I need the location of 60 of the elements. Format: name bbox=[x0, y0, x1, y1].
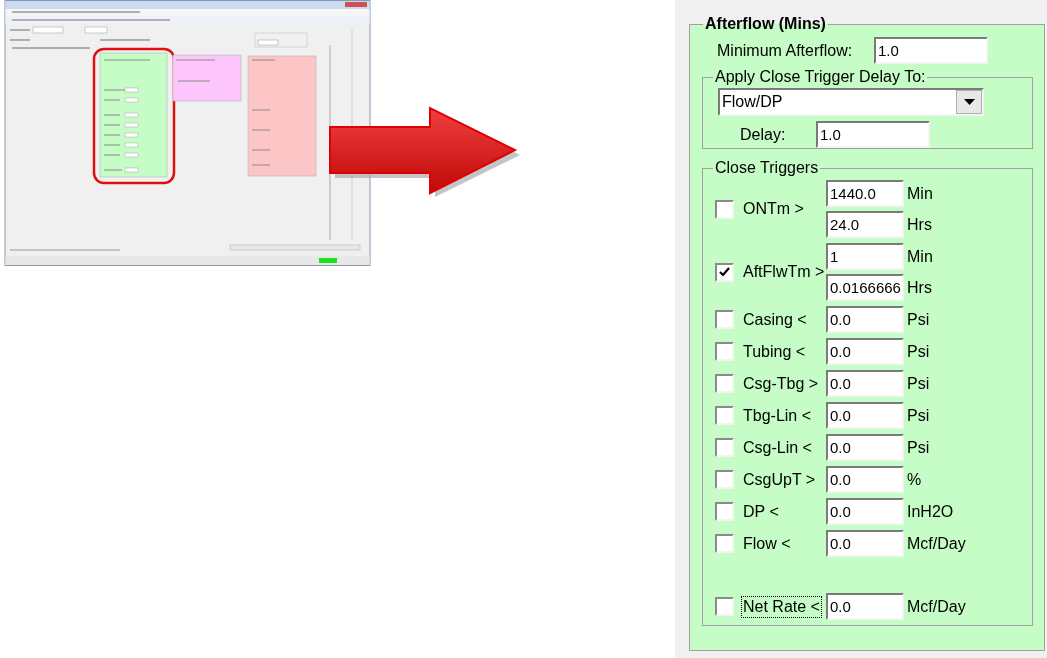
checkbox[interactable] bbox=[715, 597, 734, 616]
dropdown-button[interactable] bbox=[956, 90, 982, 114]
checkbox[interactable] bbox=[715, 342, 734, 361]
trigger-label: CsgUpT > bbox=[742, 469, 817, 490]
input-field[interactable]: 1440.0 bbox=[826, 180, 904, 207]
unit-label: Psi bbox=[907, 341, 930, 362]
trigger-label: ONTm > bbox=[742, 199, 805, 219]
input-field[interactable]: 0.0 bbox=[826, 434, 904, 461]
input-field[interactable]: 1.0 bbox=[816, 121, 930, 148]
caret-icon bbox=[963, 99, 975, 105]
checkbox[interactable] bbox=[715, 199, 734, 219]
input-field[interactable]: 0.0166666 bbox=[826, 274, 904, 301]
trigger-label: Casing < bbox=[742, 309, 808, 330]
unit-label: Hrs bbox=[907, 214, 932, 235]
group-title: Close Triggers bbox=[714, 159, 820, 177]
panel-title: Afterflow (Mins) bbox=[704, 15, 827, 33]
input-field[interactable]: 1 bbox=[826, 243, 904, 270]
checkbox[interactable] bbox=[715, 438, 734, 457]
dropdown[interactable]: Flow/DP bbox=[718, 88, 984, 116]
unit-label: Min bbox=[907, 246, 933, 267]
checkbox[interactable] bbox=[715, 262, 734, 282]
trigger-label: Csg-Tbg > bbox=[742, 373, 820, 394]
unit-label: Psi bbox=[907, 437, 930, 458]
unit-label: Hrs bbox=[907, 277, 932, 298]
field-label: Minimum Afterflow: bbox=[717, 40, 854, 61]
input-field[interactable]: 24.0 bbox=[826, 211, 904, 238]
trigger-label: Tbg-Lin < bbox=[742, 405, 813, 426]
unit-label: Psi bbox=[907, 373, 930, 394]
trigger-label: DP < bbox=[742, 501, 780, 522]
trigger-label: Flow < bbox=[742, 533, 792, 554]
checkbox[interactable] bbox=[715, 470, 734, 489]
input-field[interactable]: 1.0 bbox=[874, 37, 988, 64]
group-title: Apply Close Trigger Delay To: bbox=[714, 68, 927, 86]
checkbox[interactable] bbox=[715, 502, 734, 521]
unit-label: Psi bbox=[907, 309, 930, 330]
dropdown-value: Flow/DP bbox=[721, 92, 783, 112]
input-field[interactable]: 0.0 bbox=[826, 402, 904, 429]
input-field[interactable]: 0.0 bbox=[826, 466, 904, 493]
field-label: Delay: bbox=[740, 124, 787, 145]
unit-label: Psi bbox=[907, 405, 930, 426]
checkbox[interactable] bbox=[715, 374, 734, 393]
unit-label: Mcf/Day bbox=[907, 533, 966, 554]
trigger-label: AftFlwTm > bbox=[742, 262, 826, 282]
unit-label: Mcf/Day bbox=[907, 596, 966, 617]
checkbox[interactable] bbox=[715, 534, 734, 553]
input-field[interactable]: 0.0 bbox=[826, 593, 904, 620]
unit-label: InH2O bbox=[907, 501, 954, 522]
trigger-label: Tubing < bbox=[742, 341, 807, 362]
unit-label: % bbox=[907, 469, 922, 490]
input-field[interactable]: 0.0 bbox=[826, 498, 904, 525]
checkbox[interactable] bbox=[715, 310, 734, 329]
input-field[interactable]: 0.0 bbox=[826, 338, 904, 365]
input-field[interactable]: 0.0 bbox=[826, 370, 904, 397]
check-icon bbox=[719, 267, 730, 277]
trigger-label: Csg-Lin < bbox=[742, 437, 813, 458]
checkbox[interactable] bbox=[715, 406, 734, 425]
unit-label: Min bbox=[907, 183, 933, 204]
trigger-label: Net Rate < bbox=[741, 595, 822, 618]
input-field[interactable]: 0.0 bbox=[826, 530, 904, 557]
input-field[interactable]: 0.0 bbox=[826, 306, 904, 333]
